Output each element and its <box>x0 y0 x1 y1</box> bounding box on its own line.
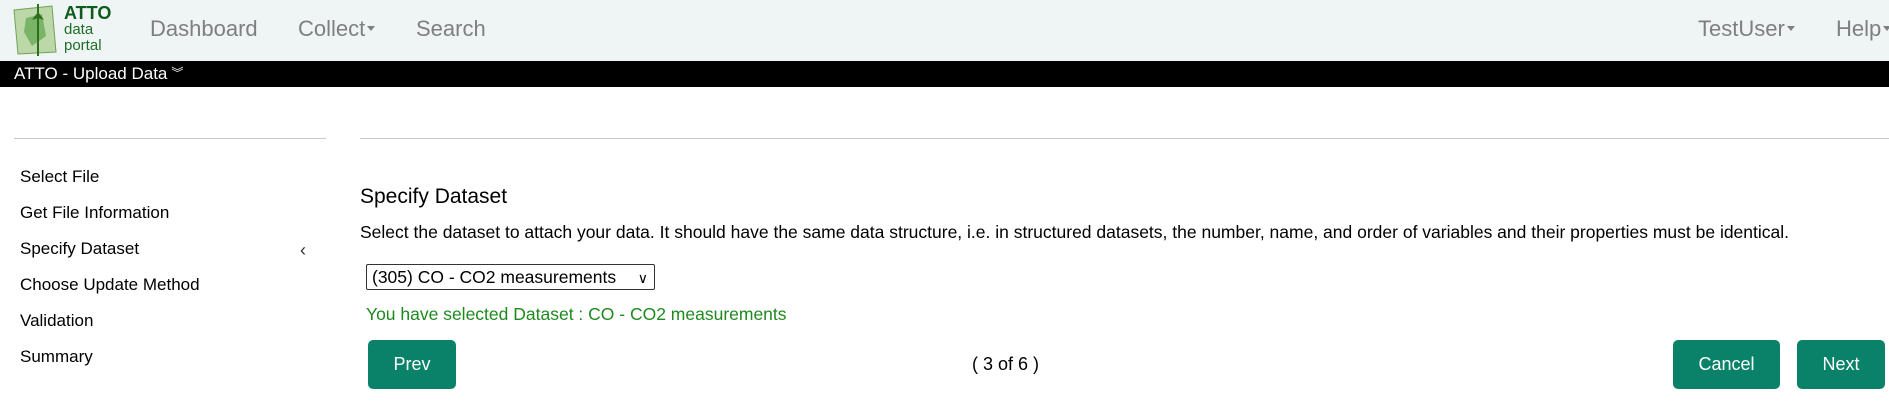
cancel-button[interactable]: Cancel <box>1673 340 1780 389</box>
sidebar-item-choose-update-method[interactable]: Choose Update Method <box>20 275 200 295</box>
nav-collect-label: Collect <box>298 16 366 41</box>
main-divider <box>360 138 1889 139</box>
next-button[interactable]: Next <box>1797 340 1885 389</box>
top-navbar: ATTO data portal Dashboard Collect Searc… <box>0 0 1889 61</box>
logo-line-data: data <box>64 21 94 38</box>
chevron-left-icon: ‹ <box>300 240 306 260</box>
sidebar-item-specify-dataset[interactable]: Specify Dataset <box>20 239 139 259</box>
sidebar-item-get-file-information[interactable]: Get File Information <box>20 203 169 223</box>
section-description: Select the dataset to attach your data. … <box>360 222 1790 242</box>
logo-map-icon <box>13 4 57 56</box>
page-title-bar[interactable]: ATTO - Upload Data ︾ <box>0 61 1889 87</box>
sidebar-item-summary[interactable]: Summary <box>20 347 93 367</box>
logo-line-portal: portal <box>64 37 102 54</box>
page-title: ATTO - Upload Data <box>14 64 168 83</box>
double-chevron-down-icon: ︾ <box>171 65 184 80</box>
caret-down-icon <box>1786 25 1795 31</box>
step-indicator: ( 3 of 6 ) <box>972 354 1040 374</box>
sidebar-divider <box>14 138 326 139</box>
logo-text: ATTO data portal <box>64 4 111 54</box>
caret-down-icon <box>1883 25 1889 31</box>
nav-user-label: TestUser <box>1698 16 1785 41</box>
atto-logo[interactable]: ATTO data portal <box>12 2 122 58</box>
nav-help[interactable]: Help <box>1836 16 1889 42</box>
chevron-down-icon: ∨ <box>637 270 648 286</box>
sidebar-item-validation[interactable]: Validation <box>20 311 93 331</box>
caret-down-icon <box>367 25 376 31</box>
nav-search[interactable]: Search <box>416 16 486 42</box>
prev-button[interactable]: Prev <box>368 340 456 389</box>
nav-help-label: Help <box>1836 16 1882 41</box>
section-title: Specify Dataset <box>360 185 508 208</box>
dataset-select[interactable]: (305) CO - CO2 measurements ∨ <box>366 264 655 290</box>
selected-dataset-message: You have selected Dataset : CO - CO2 mea… <box>366 304 787 324</box>
nav-user-menu[interactable]: TestUser <box>1698 16 1795 42</box>
sidebar-item-select-file[interactable]: Select File <box>20 167 99 187</box>
nav-collect[interactable]: Collect <box>298 16 376 42</box>
nav-dashboard[interactable]: Dashboard <box>150 16 258 42</box>
dataset-select-value: (305) CO - CO2 measurements <box>372 267 617 287</box>
logo-title: ATTO <box>64 3 112 23</box>
